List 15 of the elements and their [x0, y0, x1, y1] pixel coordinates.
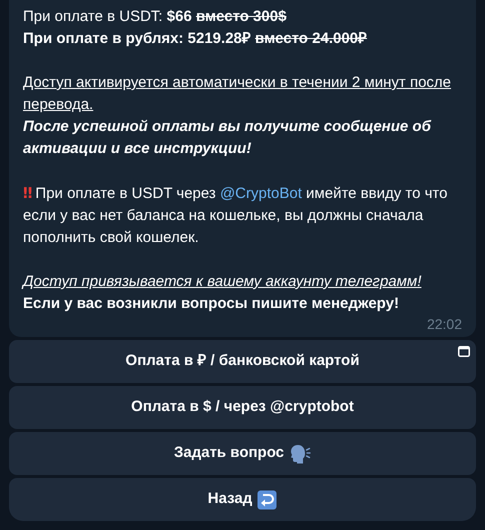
- keyboard-button[interactable]: Оплата в ₽ / банковской картой: [9, 340, 476, 383]
- binding-note: Доступ привязывается к вашему аккаунту телеграмм!: [23, 272, 422, 292]
- questions-note: Если у вас возникли вопросы пишите менеджеру!: [23, 294, 399, 314]
- window-icon: [458, 346, 470, 357]
- warning-text: ‼ При оплате в USDT через @CryptoBot имейте ввиду то что если у вас нет баланса на кошельке, вы должны сначала пополнить свой кошелек.: [23, 183, 448, 248]
- mention-link[interactable]: @CryptoBot: [220, 185, 302, 202]
- success-note: После успешной оплаты вы получите сообщение об активации и все инструкции!: [23, 117, 432, 159]
- price-line: При оплате в рублях: 5219.28₽ вместо 24.000₽: [23, 29, 368, 49]
- message-time: 22:02: [426, 315, 462, 333]
- keyboard-button[interactable]: Оплата в $ / через @cryptobot: [9, 386, 476, 429]
- price-line: При оплате в USDT: $66 вместо 300$: [23, 7, 286, 27]
- activation-note: Доступ активируется автоматически в течении 2 минут после перевода.: [23, 73, 452, 115]
- keyboard-button[interactable]: Назад: [9, 478, 476, 521]
- keyboard-button[interactable]: Задать вопрос: [9, 432, 476, 475]
- speaking-head-icon: [289, 444, 312, 464]
